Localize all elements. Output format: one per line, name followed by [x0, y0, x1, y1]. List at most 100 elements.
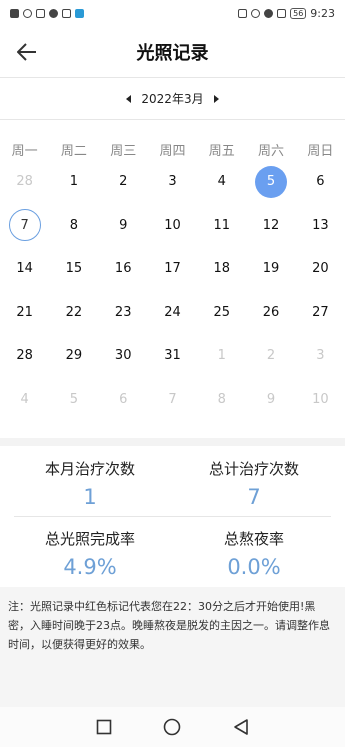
- late-night-rate-label: 总熬夜率: [223, 530, 284, 548]
- late-night-rate-value: 0.0%: [227, 555, 281, 579]
- calendar-day[interactable]: 9: [246, 378, 295, 422]
- calendar-day[interactable]: 16: [99, 247, 148, 291]
- calendar-day-number: 5: [69, 391, 79, 407]
- battery-icon: 56: [290, 7, 307, 19]
- back-nav-button[interactable]: [229, 715, 253, 739]
- calendar-day[interactable]: 10: [148, 204, 197, 248]
- calendar-day-number: 16: [114, 261, 132, 277]
- calendar-day-number: 3: [168, 174, 177, 190]
- calendar-day[interactable]: 20: [296, 247, 345, 291]
- calendar-day[interactable]: 23: [99, 291, 148, 335]
- calendar-day[interactable]: 3: [296, 334, 345, 378]
- calendar-day-number: 5: [255, 165, 288, 198]
- completion-rate-stat: 总光照完成率 4.9%: [4, 528, 176, 579]
- calendar-day[interactable]: 6: [99, 378, 148, 422]
- calendar-day[interactable]: 1: [49, 160, 98, 204]
- calendar-day[interactable]: 14: [0, 247, 49, 291]
- calendar-day-number: 6: [316, 174, 325, 190]
- calendar-day[interactable]: 15: [49, 247, 98, 291]
- bluetooth-icon: [251, 8, 261, 18]
- calendar-day[interactable]: 19: [246, 247, 295, 291]
- prev-month-icon[interactable]: [126, 94, 132, 103]
- stats-panel: 本月治疗次数 1 总计治疗次数 7 总光照完成率 4.9% 总熬夜率 0.0%: [0, 446, 345, 586]
- calendar-day[interactable]: 10: [296, 378, 345, 422]
- header: 光照记录: [0, 26, 345, 78]
- calendar-day[interactable]: 6: [296, 160, 345, 204]
- calendar-day-number: 11: [213, 217, 231, 233]
- calendar-day-number: 28: [16, 348, 33, 364]
- calendar-day-today[interactable]: 7: [0, 204, 49, 248]
- calendar-day-number: 6: [119, 391, 128, 407]
- calendar-day[interactable]: 26: [246, 291, 295, 335]
- calendar-day[interactable]: 25: [197, 291, 246, 335]
- calendar-day[interactable]: 29: [49, 334, 98, 378]
- calendar-day-number: 13: [312, 217, 329, 233]
- circle-icon: [164, 718, 181, 736]
- home-button[interactable]: [160, 715, 184, 739]
- calendar-day[interactable]: 17: [148, 247, 197, 291]
- calendar-day-number: 7: [168, 391, 177, 407]
- calendar-day[interactable]: 7: [148, 378, 197, 422]
- late-night-rate-stat: 总熬夜率 0.0%: [168, 528, 340, 579]
- vibrate-icon: [277, 8, 287, 18]
- calendar-day-number: 9: [119, 217, 128, 233]
- calendar-day[interactable]: 2: [99, 160, 148, 204]
- calendar-day-number: 8: [217, 391, 226, 407]
- calendar-day[interactable]: 4: [197, 160, 246, 204]
- page-title: 光照记录: [136, 42, 209, 64]
- calendar-day[interactable]: 12: [246, 204, 295, 248]
- calendar-day-number: 30: [114, 348, 132, 364]
- square-icon: [96, 719, 112, 735]
- calendar-day[interactable]: 31: [148, 334, 197, 378]
- calendar-day-number: 12: [262, 217, 280, 233]
- calendar-day[interactable]: 3: [148, 160, 197, 204]
- calendar-day-number: 27: [312, 304, 329, 320]
- calendar-day[interactable]: 13: [296, 204, 345, 248]
- wifi-icon: [23, 8, 32, 18]
- calendar-day[interactable]: 28: [0, 334, 49, 378]
- calendar-day-number: 17: [164, 261, 181, 277]
- next-month-icon[interactable]: [213, 94, 219, 103]
- back-button[interactable]: [12, 38, 42, 66]
- notification-icon: [10, 8, 19, 18]
- calendar-grid: 28 1 2 3 4 5 6 7 8 9 10 11 12 13 14 15 16 17 18 19 20 21 22 23 2…: [0, 160, 345, 421]
- app-icon: [49, 8, 58, 18]
- calendar-day[interactable]: 4: [0, 378, 49, 422]
- calendar-day-number: 23: [114, 304, 132, 320]
- calendar-day[interactable]: 18: [197, 247, 246, 291]
- calendar-day[interactable]: 11: [197, 204, 246, 248]
- status-bar: 56 9:23: [0, 0, 345, 26]
- calendar-day-number: 10: [312, 391, 329, 407]
- calendar-day-number: 19: [262, 261, 280, 277]
- calendar-day[interactable]: 28: [0, 160, 49, 204]
- calendar-day-number: 25: [213, 304, 231, 320]
- calendar-day[interactable]: 21: [0, 291, 49, 335]
- status-time: 9:23: [310, 6, 335, 20]
- calendar-day[interactable]: 9: [99, 204, 148, 248]
- usb-icon: [36, 8, 45, 18]
- calendar-day[interactable]: 24: [148, 291, 197, 335]
- calendar-day-selected[interactable]: 5: [246, 160, 295, 204]
- calendar-day[interactable]: 8: [197, 378, 246, 422]
- calendar-day-number: 28: [16, 174, 33, 190]
- calendar-day[interactable]: 1: [197, 334, 246, 378]
- calendar-day[interactable]: 22: [49, 291, 98, 335]
- calendar-day[interactable]: 5: [49, 378, 98, 422]
- total-count-value: 7: [247, 485, 261, 509]
- calendar-day[interactable]: 30: [99, 334, 148, 378]
- app-icon: [62, 8, 71, 18]
- stats-divider: [14, 516, 331, 517]
- calendar-day-number: 21: [16, 304, 33, 320]
- calendar-day-number: 2: [119, 174, 128, 190]
- status-bar-right: 56 9:23: [238, 7, 335, 20]
- recents-button[interactable]: [92, 715, 116, 739]
- total-count-label: 总计治疗次数: [208, 460, 299, 478]
- calendar-day-number: 2: [266, 348, 276, 364]
- calendar-day[interactable]: 8: [49, 204, 98, 248]
- calendar-day-number: 1: [217, 348, 226, 364]
- calendar-day[interactable]: 2: [246, 334, 295, 378]
- calendar-day[interactable]: 27: [296, 291, 345, 335]
- month-label: 2022年3月: [141, 92, 204, 106]
- section-divider: [0, 438, 345, 446]
- total-count-stat: 总计治疗次数 7: [168, 458, 340, 509]
